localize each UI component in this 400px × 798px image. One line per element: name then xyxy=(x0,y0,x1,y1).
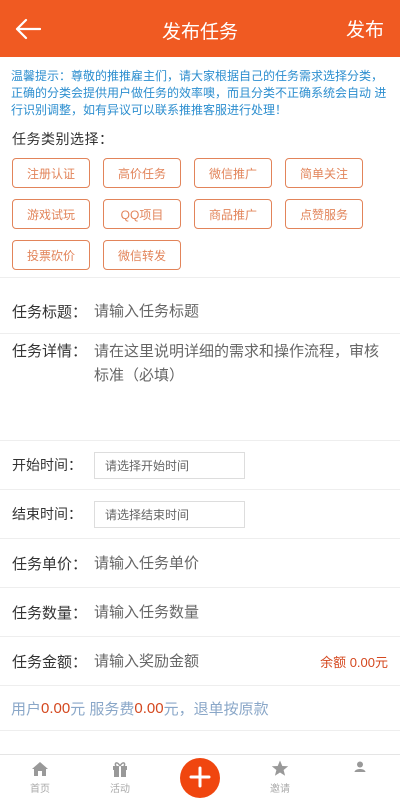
quantity-label: 任务数量： xyxy=(12,604,88,622)
fee-unit-1: 元 服务费 xyxy=(70,700,135,718)
task-title-input[interactable] xyxy=(94,302,388,320)
tab-invite[interactable]: 邀请 xyxy=(240,755,320,798)
amount-input[interactable] xyxy=(94,652,321,670)
category-vote[interactable]: 投票砍价 xyxy=(12,240,90,270)
category-label: 任务类别选择： xyxy=(12,131,114,147)
section-divider xyxy=(0,277,400,289)
plus-icon xyxy=(180,758,220,798)
back-arrow-icon xyxy=(15,18,41,39)
end-time-row: 结束时间： 请选择结束时间 xyxy=(0,490,400,539)
bottom-tab-bar: 首页 活动 邀请 xyxy=(0,754,400,798)
start-time-picker[interactable]: 请选择开始时间 xyxy=(94,451,245,479)
tab-home-label: 首页 xyxy=(30,784,50,795)
task-title-label: 任务标题： xyxy=(12,303,88,321)
category-list: 注册认证 高价任务 微信推广 简单关注 游戏试玩 QQ项目 商品推广 点赞服务 … xyxy=(0,149,400,281)
quantity-input[interactable] xyxy=(94,603,388,621)
balance-text: 余额 0.00元 xyxy=(320,654,388,670)
header-bar: 发布任务 发布 xyxy=(0,0,400,57)
unit-price-row: 任务单价： xyxy=(0,539,400,588)
fee-unit-2: 元，退单按原款 xyxy=(163,700,269,718)
end-time-label: 结束时间： xyxy=(12,506,82,522)
tab-invite-label: 邀请 xyxy=(270,784,290,795)
fee-service-value: 0.00 xyxy=(134,699,164,717)
star-icon xyxy=(271,760,289,776)
fee-user-label: 用户 xyxy=(11,700,42,718)
tab-activity[interactable]: 活动 xyxy=(80,755,160,798)
category-game-trial[interactable]: 游戏试玩 xyxy=(12,199,90,229)
quantity-row: 任务数量： xyxy=(0,588,400,637)
page-title: 发布任务 xyxy=(161,22,238,43)
tab-activity-label: 活动 xyxy=(110,784,130,795)
back-button[interactable] xyxy=(12,13,44,45)
unit-price-label: 任务单价： xyxy=(12,555,88,573)
start-time-label: 开始时间： xyxy=(12,457,82,473)
fee-user-value: 0.00 xyxy=(41,699,71,717)
tab-publish[interactable] xyxy=(160,755,240,798)
tab-home[interactable]: 首页 xyxy=(0,755,80,798)
publish-button[interactable]: 发布 xyxy=(346,15,384,42)
category-wechat-promo[interactable]: 微信推广 xyxy=(194,158,272,188)
task-title-row: 任务标题： xyxy=(0,289,400,334)
task-detail-row: 任务详情： xyxy=(0,334,400,441)
category-wechat-share[interactable]: 微信转发 xyxy=(103,240,181,270)
tip-text: 温馨提示：尊敬的推推雇主们，请大家根据自己的任务需求选择分类， 正确的分类会提供… xyxy=(11,69,387,117)
amount-label: 任务金额： xyxy=(12,653,88,671)
gift-icon xyxy=(113,762,127,777)
end-time-picker[interactable]: 请选择结束时间 xyxy=(94,500,245,528)
task-detail-input[interactable] xyxy=(94,340,388,430)
category-simple-follow[interactable]: 简单关注 xyxy=(285,158,363,188)
unit-price-input[interactable] xyxy=(94,554,388,572)
tab-profile[interactable] xyxy=(320,755,400,798)
user-icon xyxy=(354,761,366,772)
category-like[interactable]: 点赞服务 xyxy=(285,199,363,229)
category-register[interactable]: 注册认证 xyxy=(12,158,90,188)
amount-row: 任务金额： 余额 0.00元 xyxy=(0,637,400,686)
fee-summary: 用户 0.00 元 服务费 0.00 元，退单按原款 xyxy=(0,686,400,731)
category-qq[interactable]: QQ项目 xyxy=(103,199,181,229)
home-icon xyxy=(32,762,48,776)
start-time-row: 开始时间： 请选择开始时间 xyxy=(0,441,400,490)
category-product-promo[interactable]: 商品推广 xyxy=(194,199,272,229)
task-detail-label: 任务详情： xyxy=(12,343,88,360)
category-high-price[interactable]: 高价任务 xyxy=(103,158,181,188)
